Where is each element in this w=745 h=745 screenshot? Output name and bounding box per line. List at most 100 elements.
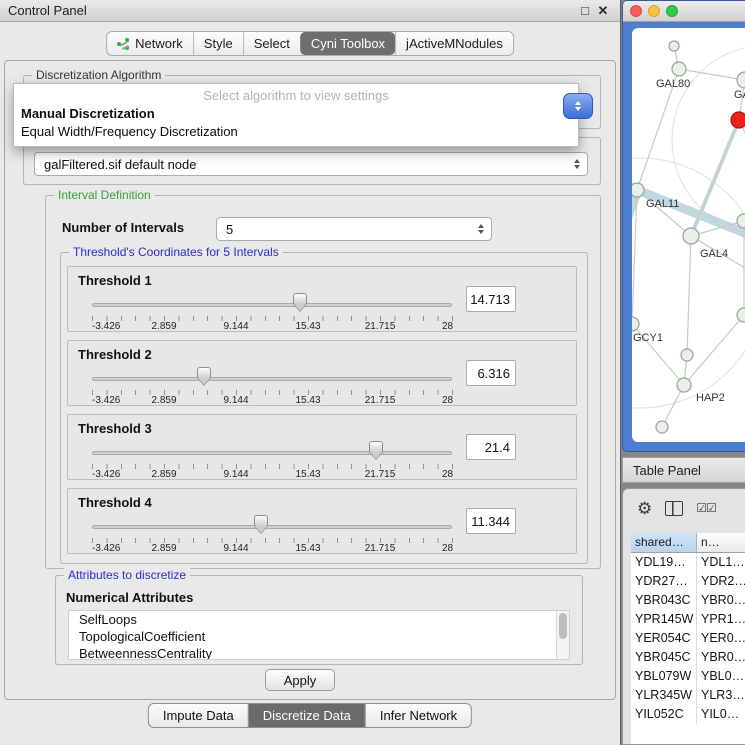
threshold-slider[interactable]: -3.4262.8599.14415.4321.71528 [92,341,452,407]
tab-network[interactable]: Network [107,32,193,55]
threshold-slider[interactable]: -3.4262.8599.14415.4321.71528 [92,267,452,333]
table-cell[interactable]: YBL079W [631,667,697,686]
zoom-traffic-light-icon[interactable] [666,5,678,17]
attribute-item[interactable]: BetweennessCentrality [69,645,569,660]
slider-thumb[interactable] [293,293,307,305]
num-intervals-combo-value: 5 [226,222,233,237]
threshold-value-input[interactable] [466,360,516,386]
table-cell[interactable]: YDR27… [631,572,697,591]
table-row[interactable]: YBR045CYBR0… [631,648,745,667]
slider-thumb[interactable] [369,441,383,453]
interval-definition-title: Interval Definition [54,188,155,202]
table-row[interactable]: YBR043CYBR0… [631,591,745,610]
tick-label: 21.715 [365,395,396,406]
tick-label: -3.426 [92,543,120,554]
threshold-slider[interactable]: -3.4262.8599.14415.4321.71528 [92,415,452,481]
tick-label: 28 [442,395,453,406]
gear-icon[interactable]: ⚙ [637,500,652,517]
column-header-1[interactable]: shared… [631,533,697,553]
float-window-icon[interactable]: □ [576,3,594,18]
columns-icon[interactable] [665,501,683,516]
tab-select[interactable]: Select [243,32,300,55]
table-cell[interactable]: YBR045C [631,648,697,667]
table-row[interactable]: YLR345WYLR3… [631,686,745,705]
table-row[interactable]: YDL19…YDL1… [631,553,745,572]
scrollbar-thumb[interactable] [559,613,567,639]
network-node[interactable] [683,228,699,244]
network-node[interactable] [737,308,745,322]
network-node[interactable] [737,214,745,228]
table-cell[interactable]: YDL1… [697,553,745,572]
slider-track[interactable] [92,525,452,529]
table-cell[interactable]: YPR145W [631,610,697,629]
attribute-item[interactable]: SelfLoops [69,611,569,628]
tick-label: 21.715 [365,469,396,480]
threshold-value-input[interactable] [466,434,516,460]
table-row[interactable]: YER054CYER0… [631,629,745,648]
network-node[interactable] [737,72,745,88]
table-cell[interactable]: YBR043C [631,591,697,610]
table-row[interactable]: YBL079WYBL0… [631,667,745,686]
network-node[interactable] [681,349,693,361]
table-row[interactable]: YPR145WYPR1… [631,610,745,629]
minimize-traffic-light-icon[interactable] [648,5,660,17]
table-cell[interactable]: YER054C [631,629,697,648]
network-canvas[interactable]: GAL80GAGAL11GAL4GCY1HAP2 [632,28,745,442]
apply-button[interactable]: Apply [265,669,335,691]
attribute-item[interactable]: TopologicalCoefficient [69,628,569,645]
bottom-tab-infer-network[interactable]: Infer Network [365,704,471,727]
table-cell[interactable]: YBR0… [697,648,745,667]
network-node[interactable] [672,62,686,76]
table-data-combo[interactable]: galFiltered.sif default node [34,152,588,176]
table-cell[interactable]: YER0… [697,629,745,648]
tick-label: -3.426 [92,321,120,332]
table-cell[interactable]: YIL0… [697,705,745,724]
tab-cyni-toolbox[interactable]: Cyni Toolbox [300,32,395,55]
network-node[interactable] [677,378,691,392]
slider-thumb[interactable] [254,515,268,527]
algorithm-option[interactable]: Manual Discretization [14,105,578,123]
tab-jactivemnodules[interactable]: jActiveMNodules [395,32,513,55]
num-intervals-combo[interactable]: 5 [216,217,492,241]
slider-track[interactable] [92,377,452,381]
table-cell[interactable]: YBR0… [697,591,745,610]
threshold-value-input[interactable] [466,286,516,312]
network-node[interactable] [632,317,639,331]
threshold-panel: Threshold 4-3.4262.8599.14415.4321.71528 [67,488,577,554]
table-panel-header[interactable]: Table Panel [622,457,745,483]
network-icon [117,38,130,50]
threshold-slider[interactable]: -3.4262.8599.14415.4321.71528 [92,489,452,555]
network-window: GAL80GAGAL11GAL4GCY1HAP2 [622,0,745,452]
close-traffic-light-icon[interactable] [630,5,642,17]
scrollbar[interactable] [556,611,569,659]
column-header-2[interactable]: n… [697,533,745,553]
bottom-tab-discretize-data[interactable]: Discretize Data [248,704,365,727]
table-row[interactable]: YDR27…YDR2… [631,572,745,591]
table-cell[interactable]: YDL19… [631,553,697,572]
algorithm-option[interactable]: Equal Width/Frequency Discretization [14,123,578,141]
threshold-value-input[interactable] [466,508,516,534]
slider-thumb[interactable] [197,367,211,379]
table-cell[interactable]: YDR2… [697,572,745,591]
slider-track[interactable] [92,451,452,455]
network-node[interactable] [656,421,668,433]
tick-label: 9.144 [223,469,248,480]
threshold-panel: Threshold 1-3.4262.8599.14415.4321.71528 [67,266,577,332]
table-cell[interactable]: YLR3… [697,686,745,705]
select-columns-icon[interactable]: ☑☑ [696,501,716,515]
network-node[interactable] [669,41,679,51]
network-node[interactable] [632,183,644,197]
attributes-group-title: Attributes to discretize [64,568,190,582]
control-panel-window: Control Panel □ ✕ NetworkStyleSelectCyni… [0,0,621,745]
network-node-selected[interactable] [731,112,745,128]
bottom-tab-impute-data[interactable]: Impute Data [149,704,248,727]
close-window-icon[interactable]: ✕ [594,3,612,19]
slider-track[interactable] [92,303,452,307]
tab-style[interactable]: Style [193,32,243,55]
table-row[interactable]: YIL052CYIL0… [631,705,745,724]
table-cell[interactable]: YBL0… [697,667,745,686]
table-cell[interactable]: YIL052C [631,705,697,724]
table-cell[interactable]: YLR345W [631,686,697,705]
table-cell[interactable]: YPR1… [697,610,745,629]
algorithm-combo-button[interactable] [563,93,593,119]
